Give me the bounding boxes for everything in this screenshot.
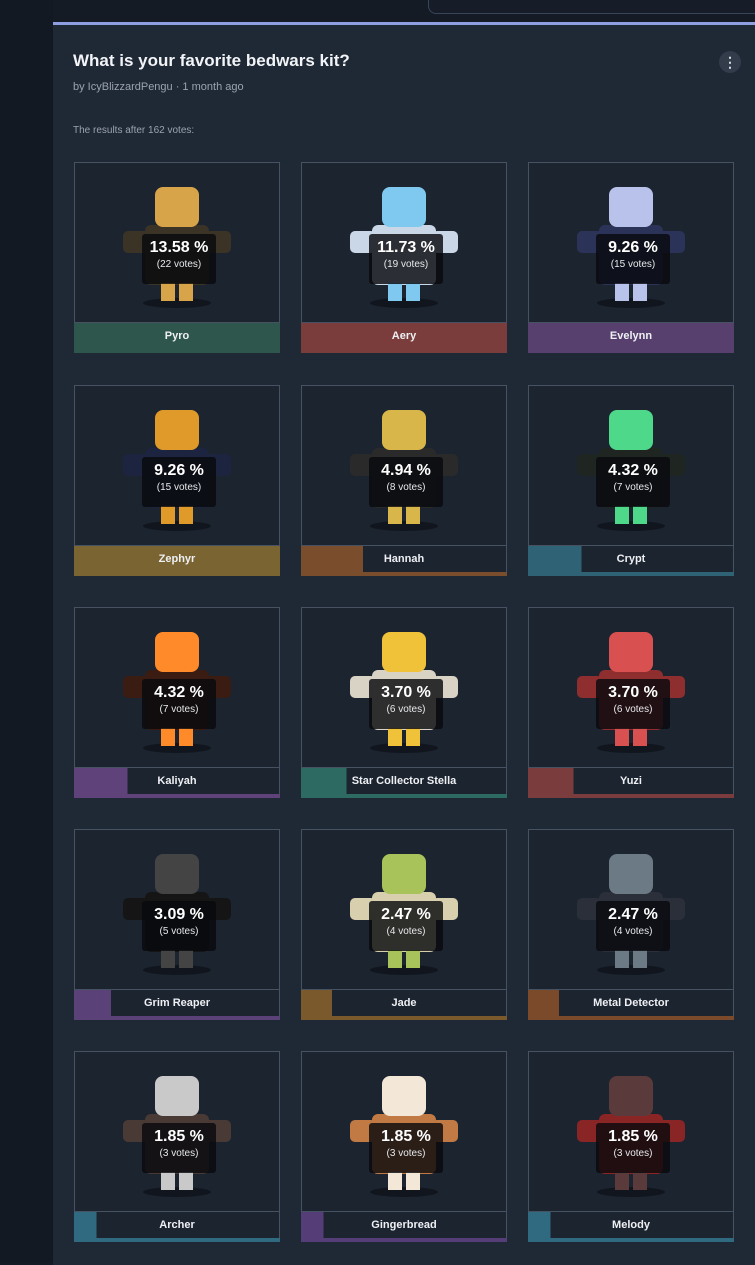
percent-value: 2.47 % [381,906,431,923]
result-badge: 13.58 % (22 votes) [142,234,216,284]
option-label-bar: Metal Detector [528,989,734,1020]
results-summary: The results after 162 votes: [73,125,195,136]
percent-value: 9.26 % [608,239,658,256]
option-label-bar: Crypt [528,545,734,576]
percent-value: 2.47 % [608,906,658,923]
vote-count: (7 votes) [159,704,199,715]
percent-value: 4.32 % [608,462,658,479]
option-name: Archer [159,1219,195,1231]
result-badge: 9.26 % (15 votes) [596,234,670,284]
poll-byline: by IcyBlizzardPengu · 1 month ago [73,81,244,93]
option-name: Aery [391,330,417,342]
result-badge: 4.32 % (7 votes) [142,679,216,729]
percent-value: 3.70 % [608,684,658,701]
vote-count: (22 votes) [156,259,202,270]
poll-option-aery[interactable]: 11.73 % (19 votes) Aery [301,162,507,353]
poll-option-pyro[interactable]: 13.58 % (22 votes) Pyro [74,162,280,353]
poll-option-jade[interactable]: 2.47 % (4 votes) Jade [301,829,507,1020]
poll-option-hannah[interactable]: 4.94 % (8 votes) Hannah [301,385,507,576]
result-badge: 4.32 % (7 votes) [596,457,670,507]
poll-panel: What is your favorite bedwars kit? by Ic… [53,22,755,1265]
poll-option-metal-detector[interactable]: 2.47 % (4 votes) Metal Detector [528,829,734,1020]
option-name: Kaliyah [157,775,197,787]
option-name: Pyro [164,330,190,342]
poll-option-melody[interactable]: 1.85 % (3 votes) Melody [528,1051,734,1242]
option-label-bar: Grim Reaper [74,989,280,1020]
option-label-bar: Pyro [74,322,280,353]
vote-count: (3 votes) [386,1148,426,1159]
option-name: Zephyr [158,553,196,565]
vote-count: (6 votes) [386,704,426,715]
option-label-bar: Archer [74,1211,280,1242]
poll-option-kaliyah[interactable]: 4.32 % (7 votes) Kaliyah [74,607,280,798]
percent-value: 1.85 % [608,1128,658,1145]
poll-option-gingerbread[interactable]: 1.85 % (3 votes) Gingerbread [301,1051,507,1242]
top-search-frame [428,0,755,14]
poll-option-evelynn[interactable]: 9.26 % (15 votes) Evelynn [528,162,734,353]
vote-count: (19 votes) [383,259,429,270]
percent-value: 13.58 % [149,239,209,256]
result-badge: 3.09 % (5 votes) [142,901,216,951]
vote-count: (15 votes) [610,259,656,270]
result-badge: 2.47 % (4 votes) [369,901,443,951]
vote-count: (4 votes) [613,926,653,937]
option-name: Hannah [383,553,425,565]
percent-value: 9.26 % [154,462,204,479]
option-name: Melody [612,1219,650,1231]
option-label-bar: Zephyr [74,545,280,576]
result-badge: 1.85 % (3 votes) [369,1123,443,1173]
option-label-bar: Evelynn [528,322,734,353]
poll-option-crypt[interactable]: 4.32 % (7 votes) Crypt [528,385,734,576]
option-label-bar: Jade [301,989,507,1020]
poll-option-star-collector-stella[interactable]: 3.70 % (6 votes) Star Collector Stella [301,607,507,798]
result-badge: 3.70 % (6 votes) [369,679,443,729]
vote-count: (3 votes) [613,1148,653,1159]
percent-value: 3.09 % [154,906,204,923]
percent-value: 4.32 % [154,684,204,701]
vote-count: (7 votes) [613,482,653,493]
result-badge: 1.85 % (3 votes) [596,1123,670,1173]
option-label-bar: Kaliyah [74,767,280,798]
poll-option-yuzi[interactable]: 3.70 % (6 votes) Yuzi [528,607,734,798]
result-badge: 9.26 % (15 votes) [142,457,216,507]
percent-value: 1.85 % [381,1128,431,1145]
option-label-bar: Yuzi [528,767,734,798]
poll-option-grim-reaper[interactable]: 3.09 % (5 votes) Grim Reaper [74,829,280,1020]
option-label-bar: Star Collector Stella [301,767,507,798]
option-name: Crypt [616,553,646,565]
percent-value: 3.70 % [381,684,431,701]
option-name: Star Collector Stella [351,775,457,787]
poll-option-archer[interactable]: 1.85 % (3 votes) Archer [74,1051,280,1242]
percent-value: 4.94 % [381,462,431,479]
option-name: Jade [391,997,417,1009]
option-name: Yuzi [619,775,642,787]
option-label-bar: Melody [528,1211,734,1242]
vote-count: (6 votes) [613,704,653,715]
option-name: Grim Reaper [143,997,211,1009]
option-name: Gingerbread [371,1219,437,1231]
result-badge: 3.70 % (6 votes) [596,679,670,729]
result-badge: 2.47 % (4 votes) [596,901,670,951]
vote-count: (8 votes) [386,482,426,493]
percent-value: 11.73 % [377,239,435,256]
sidebar-strip [0,0,53,1262]
vote-count: (15 votes) [156,482,202,493]
vote-count: (4 votes) [386,926,426,937]
poll-title: What is your favorite bedwars kit? [73,51,350,70]
option-name: Evelynn [609,330,653,342]
poll-option-zephyr[interactable]: 9.26 % (15 votes) Zephyr [74,385,280,576]
result-badge: 1.85 % (3 votes) [142,1123,216,1173]
vote-count: (5 votes) [159,926,199,937]
option-label-bar: Hannah [301,545,507,576]
more-options-icon[interactable]: ⋮ [719,51,741,73]
result-badge: 4.94 % (8 votes) [369,457,443,507]
vote-count: (3 votes) [159,1148,199,1159]
percent-value: 1.85 % [154,1128,204,1145]
option-label-bar: Aery [301,322,507,353]
option-label-bar: Gingerbread [301,1211,507,1242]
option-name: Metal Detector [593,997,669,1009]
result-badge: 11.73 % (19 votes) [369,234,443,284]
